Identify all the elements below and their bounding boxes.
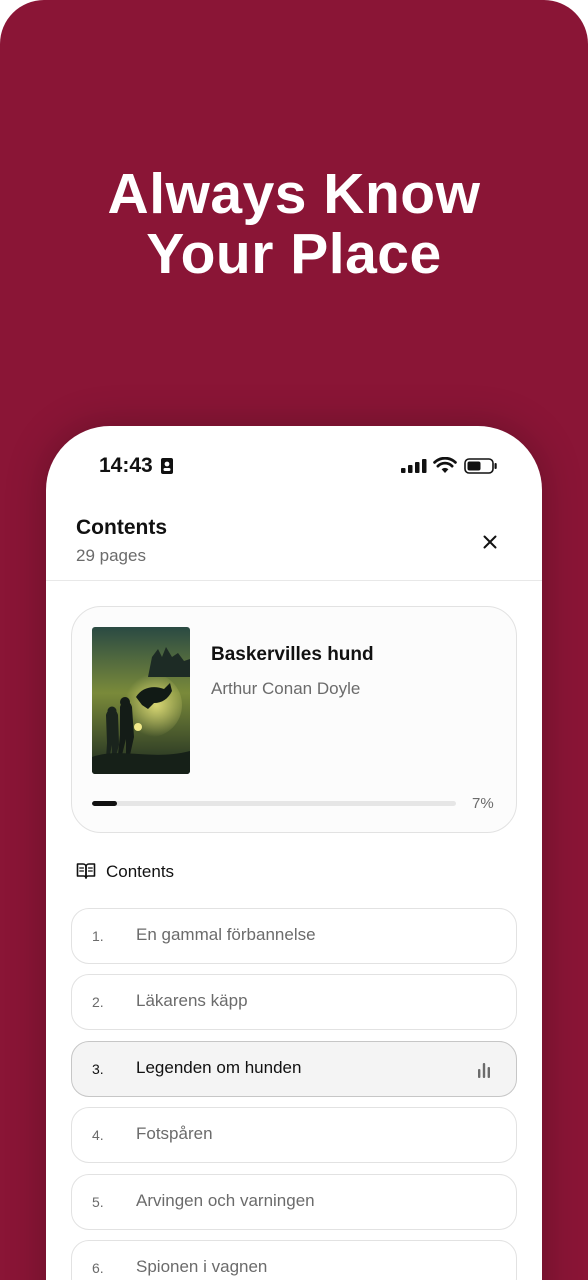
chapter-item-5[interactable]: 5. Arvingen och varningen bbox=[71, 1174, 517, 1230]
book-cover-image bbox=[92, 627, 190, 774]
chapter-item-3-current[interactable]: 3. Legenden om hunden bbox=[71, 1041, 517, 1097]
battery-icon bbox=[464, 458, 497, 474]
book-title: Baskervilles hund bbox=[211, 644, 374, 665]
promo-background: Always Know Your Place 14:43 Contents 29… bbox=[0, 0, 588, 1280]
page-title: Contents bbox=[76, 516, 167, 539]
book-author: Arthur Conan Doyle bbox=[211, 679, 361, 698]
chapter-item-6[interactable]: 6. Spionen i vagnen bbox=[71, 1240, 517, 1280]
chapter-title: Spionen i vagnen bbox=[136, 1257, 268, 1276]
current-book-card[interactable]: Baskervilles hund Arthur Conan Doyle 7% bbox=[71, 606, 517, 833]
phone-screen: 14:43 Contents 29 pages Baskervilles hun… bbox=[46, 426, 542, 1280]
open-book-icon bbox=[76, 863, 96, 879]
chapter-number: 5. bbox=[92, 1194, 104, 1210]
contents-header: Contents 29 pages bbox=[46, 506, 542, 581]
chapter-number: 6. bbox=[92, 1260, 104, 1276]
sim-card-icon bbox=[161, 458, 173, 474]
chapter-number: 1. bbox=[92, 928, 104, 944]
chapter-title: Legenden om hunden bbox=[136, 1058, 302, 1077]
cellular-signal-icon bbox=[401, 459, 427, 473]
chapter-title: Arvingen och varningen bbox=[136, 1191, 315, 1210]
contents-section-label: Contents bbox=[106, 862, 175, 881]
chapter-title: Läkarens käpp bbox=[136, 991, 248, 1010]
close-icon[interactable] bbox=[478, 530, 502, 554]
wifi-icon bbox=[433, 457, 457, 473]
chapter-title: Fotspåren bbox=[136, 1124, 213, 1143]
headline-line-2: Your Place bbox=[146, 222, 442, 286]
chapter-item-2[interactable]: 2. Läkarens käpp bbox=[71, 974, 517, 1030]
chapter-item-1[interactable]: 1. En gammal förbannelse bbox=[71, 908, 517, 964]
reading-progress-bar bbox=[92, 801, 456, 806]
promo-headline: Always Know Your Place bbox=[0, 164, 588, 284]
reading-progress-label: 7% bbox=[472, 795, 494, 812]
chapter-number: 3. bbox=[92, 1061, 104, 1077]
chapter-title: En gammal förbannelse bbox=[136, 925, 316, 944]
chapter-number: 2. bbox=[92, 994, 104, 1010]
reading-progress-fill bbox=[92, 801, 118, 806]
chapter-number: 4. bbox=[92, 1127, 104, 1143]
chapter-item-4[interactable]: 4. Fotspåren bbox=[71, 1107, 517, 1163]
bar-chart-icon bbox=[478, 1063, 490, 1078]
headline-line-1: Always Know bbox=[107, 162, 481, 226]
status-time: 14:43 bbox=[99, 454, 153, 477]
status-bar: 14:43 bbox=[46, 426, 542, 506]
page-count: 29 pages bbox=[76, 546, 146, 565]
